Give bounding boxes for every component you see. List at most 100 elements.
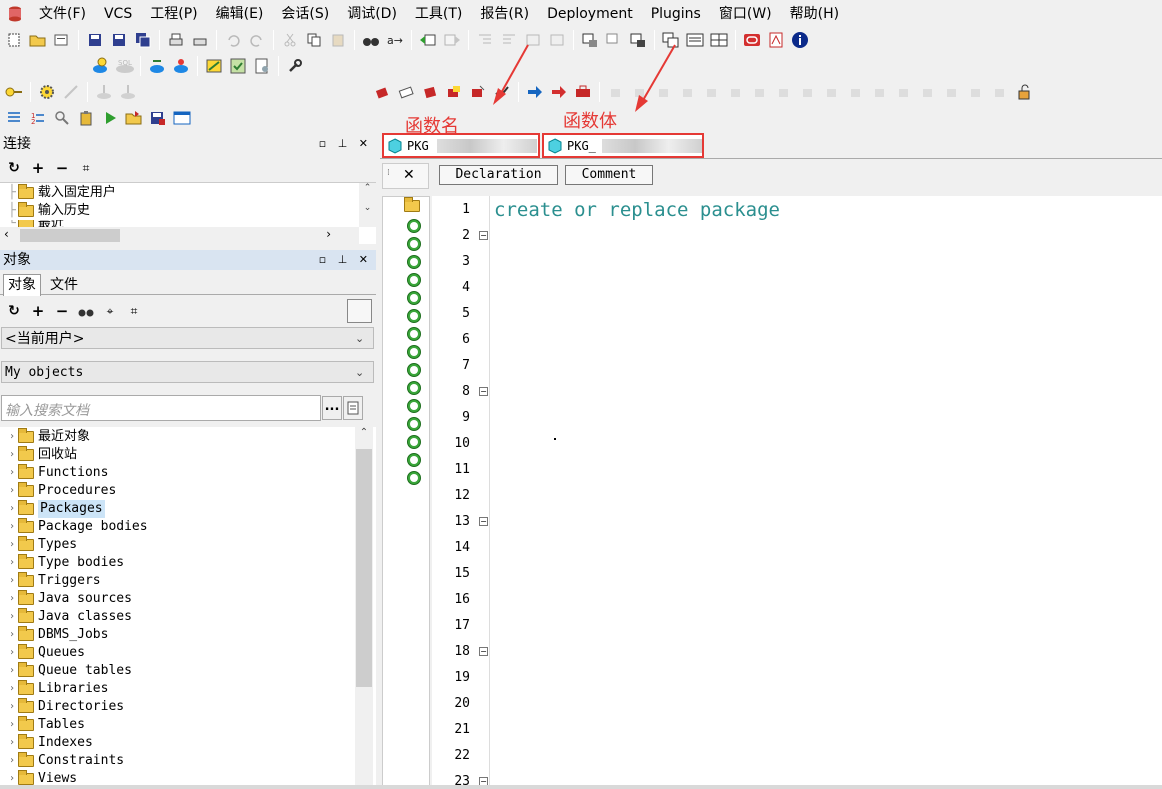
remove-icon[interactable]: − [51,300,73,322]
print-setup-icon[interactable] [189,29,211,51]
cut-icon[interactable] [279,29,301,51]
undo-icon[interactable] [222,29,244,51]
function-node-icon[interactable] [407,363,421,377]
chevron-right-icon[interactable]: › [6,500,18,518]
comment-button[interactable]: Comment [565,165,653,185]
tree-item[interactable]: › Triggers [6,572,101,590]
chevron-right-icon[interactable]: › [6,464,18,482]
function-node-icon[interactable] [407,327,421,341]
debug-step-7-icon[interactable] [749,81,771,103]
save-as-icon[interactable] [108,29,130,51]
function-node-icon[interactable] [407,291,421,305]
chevron-right-icon[interactable]: › [6,428,18,446]
function-node-icon[interactable] [407,471,421,485]
tree-item[interactable]: › Constraints [6,752,124,770]
search-options-button[interactable] [343,396,363,420]
save-disk-icon[interactable] [147,107,169,129]
menu-deployment[interactable]: Deployment [538,3,642,25]
chevron-right-icon[interactable]: › [6,608,18,626]
find-icon[interactable] [75,300,97,322]
debug-step-10-icon[interactable] [821,81,843,103]
tree-item[interactable]: › Queues [6,644,85,662]
tab-objects[interactable]: 对象 [3,274,41,296]
scroll-thumb[interactable] [356,449,372,687]
user-select[interactable]: <当前用户> ⌄ [1,327,374,349]
gear-icon[interactable] [36,81,58,103]
new-icon[interactable] [3,29,25,51]
rollback-icon[interactable] [170,55,192,77]
remove-icon[interactable]: − [51,157,73,179]
vertical-scrollbar[interactable]: ⌃ ⌄ [359,183,376,227]
chevron-right-icon[interactable]: › [6,752,18,770]
filter-select[interactable]: My objects ⌄ [1,361,374,383]
wrench-icon[interactable] [284,55,306,77]
refresh-icon[interactable]: ↻ [3,157,25,179]
tree-item[interactable]: › Tables [6,716,85,734]
tab-files[interactable]: 文件 [47,275,81,295]
import-icon[interactable] [93,81,115,103]
tree-item[interactable]: › Libraries [6,680,108,698]
paste-icon[interactable] [327,29,349,51]
chevron-right-icon[interactable]: › [6,446,18,464]
info-icon[interactable] [789,29,811,51]
function-node-icon[interactable] [407,309,421,323]
tree-item[interactable]: › Java sources [6,590,132,608]
numbered-list-icon[interactable]: 12 [27,107,49,129]
menu-reports[interactable]: 报告(R) [471,3,538,25]
key-ring-icon[interactable] [51,107,73,129]
chevron-right-icon[interactable]: › [6,716,18,734]
scroll-thumb[interactable] [20,229,120,242]
horizontal-scrollbar[interactable]: ‹ › [0,227,359,244]
tile-icon[interactable] [708,29,730,51]
function-node-icon[interactable] [407,237,421,251]
tree-item[interactable]: › 最近对象 [6,428,90,446]
tree-item[interactable]: ├ 载入固定用户 [8,184,116,202]
debug-step-12-icon[interactable] [869,81,891,103]
function-node-icon[interactable] [407,453,421,467]
tree-item[interactable]: › Type bodies [6,554,124,572]
menu-plugins[interactable]: Plugins [642,3,710,25]
find-icon[interactable] [360,29,382,51]
save-all-icon[interactable] [132,29,154,51]
menu-help[interactable]: 帮助(H) [781,3,848,25]
debug-step-17-icon[interactable] [989,81,1011,103]
logon-icon[interactable] [89,55,111,77]
chevron-right-icon[interactable]: › [6,518,18,536]
declaration-button[interactable]: Declaration [439,165,558,185]
tools-icon[interactable] [203,55,225,77]
redo-icon[interactable] [246,29,268,51]
key-icon[interactable] [3,81,25,103]
chevron-right-icon[interactable]: › [6,680,18,698]
filter-icon[interactable]: ⌗ [123,300,145,322]
tree-item[interactable]: › Package bodies [6,518,148,536]
open-recent-icon[interactable] [51,29,73,51]
panel-controls[interactable]: ▫ ⊥ ✕ [319,134,372,154]
debug-step-8-icon[interactable] [773,81,795,103]
window-icon[interactable] [171,107,193,129]
sql-icon[interactable]: SQL [113,55,135,77]
debug-step-5-icon[interactable] [701,81,723,103]
function-node-icon[interactable] [407,273,421,287]
function-node-icon[interactable] [407,345,421,359]
document-icon[interactable] [251,55,273,77]
chevron-right-icon[interactable]: › [6,536,18,554]
fold-toggle[interactable]: − [479,387,488,396]
search-input[interactable]: 输入搜索文档 [1,395,321,421]
chevron-right-icon[interactable]: › [6,698,18,716]
chevron-right-icon[interactable]: › [6,626,18,644]
export-icon[interactable] [117,81,139,103]
close-icon[interactable]: ✕ [403,167,415,183]
chevron-right-icon[interactable]: › [6,662,18,680]
tree-item[interactable]: ├ 输入历史 [8,202,90,220]
filter-icon[interactable]: ⌗ [75,157,97,179]
function-node-icon[interactable] [407,381,421,395]
code-editor[interactable] [432,196,1162,789]
function-node-icon[interactable] [407,435,421,449]
function-node-icon[interactable] [407,399,421,413]
add-icon[interactable]: + [27,157,49,179]
fold-toggle[interactable]: − [479,231,488,240]
menu-vcs[interactable]: VCS [95,3,141,25]
chevron-right-icon[interactable]: › [6,572,18,590]
open-folder-icon[interactable] [123,107,145,129]
tree-item[interactable]: › Functions [6,464,108,482]
